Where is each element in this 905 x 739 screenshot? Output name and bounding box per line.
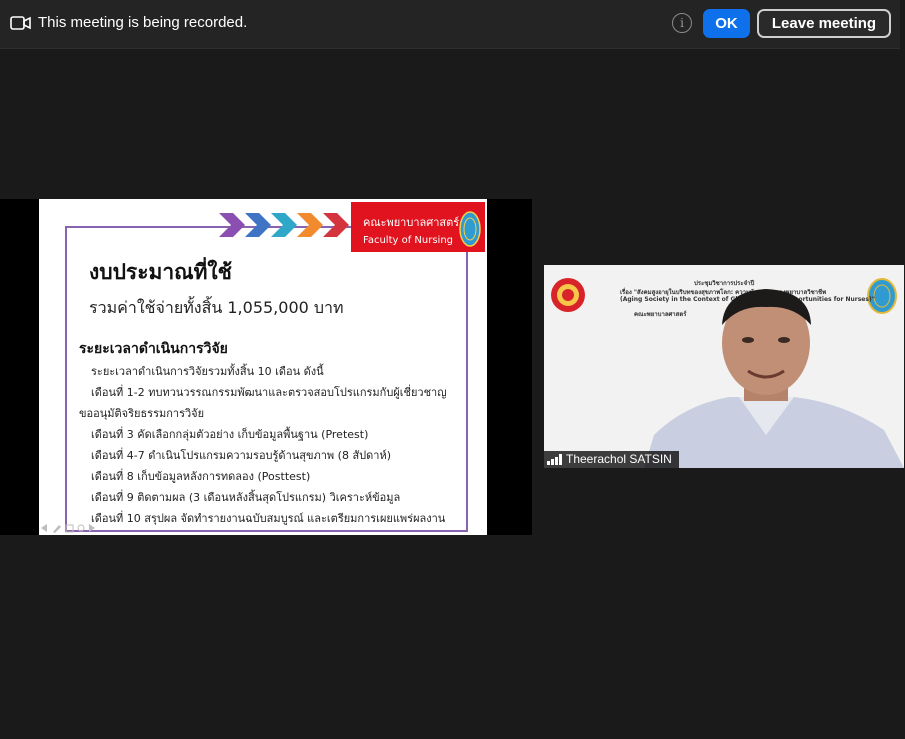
slide-line: เดือนที่ 1-2 ทบทวนวรรณกรรมพัฒนาและตรวจสอ…: [91, 386, 447, 399]
signal-strength-icon: [547, 454, 562, 465]
shared-screen: คณะพยาบาลศาสตร์ Faculty of Nursing งบประ…: [0, 199, 532, 535]
recording-banner: This meeting is being recorded. i OK Lea…: [0, 0, 900, 49]
slide-line: เดือนที่ 4-7 ดำเนินโปรแกรมความรอบรู้ด้าน…: [91, 449, 392, 462]
faculty-logo: คณะพยาบาลศาสตร์ Faculty of Nursing: [351, 202, 485, 252]
presentation-slide: คณะพยาบาลศาสตร์ Faculty of Nursing งบประ…: [39, 199, 487, 535]
slide-line: ขออนุมัติจริยธรรมการวิจัย: [79, 407, 205, 420]
leave-meeting-button[interactable]: Leave meeting: [757, 9, 891, 38]
slide-line: ระยะเวลาดำเนินการวิจัยรวมทั้งสิ้น 10 เดื…: [91, 365, 324, 378]
info-icon[interactable]: i: [672, 13, 692, 33]
chevron-arrows-decoration: [219, 213, 349, 237]
participant-person: [644, 289, 904, 468]
university-seal-icon: [459, 211, 481, 247]
institution-emblem-icon: [551, 278, 585, 312]
logo-english-text: Faculty of Nursing: [363, 235, 454, 246]
logo-thai-text: คณะพยาบาลศาสตร์: [363, 216, 460, 229]
slide-navigation-toolbar[interactable]: [39, 522, 99, 534]
participant-name-tag: Theerachol SATSIN: [544, 451, 679, 468]
slide-section-heading: ระยะเวลาดำเนินการวิจัย: [79, 341, 228, 357]
slide-line: เดือนที่ 9 ติดตามผล (3 เดือนหลังสิ้นสุดโ…: [91, 491, 401, 504]
slide-line: เดือนที่ 10 สรุปผล จัดทำรายงานฉบับสมบูรณ…: [91, 512, 446, 525]
participant-video[interactable]: ประชุมวิชาการประจำปี เรื่อง "สังคมสูงอาย…: [544, 265, 904, 468]
slide-line: เดือนที่ 3 คัดเลือกกลุ่มตัวอย่าง เก็บข้อ…: [91, 428, 369, 441]
slide-title: งบประมาณที่ใช้: [89, 260, 232, 284]
participant-name: Theerachol SATSIN: [566, 452, 672, 466]
slide-total-budget: รวมค่าใช้จ่ายทั้งสิ้น 1,055,000 บาท: [89, 298, 344, 317]
slide-line: เดือนที่ 8 เก็บข้อมูลหลังการทดลอง (Postt…: [91, 470, 311, 483]
video-camera-icon: [10, 16, 31, 30]
recording-message: This meeting is being recorded.: [38, 14, 248, 31]
ok-button[interactable]: OK: [703, 9, 750, 38]
